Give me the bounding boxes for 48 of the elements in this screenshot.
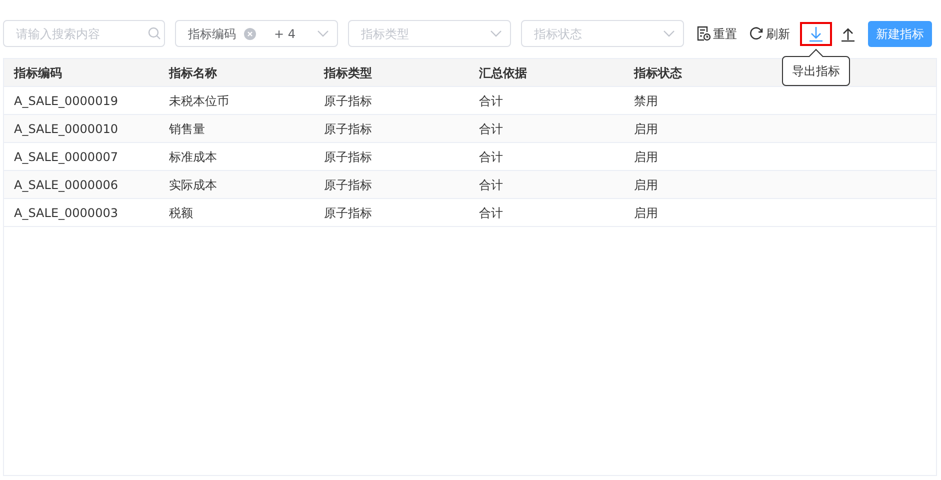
chevron-icon: [490, 30, 502, 38]
table-cell-text: 原子指标: [323, 120, 373, 138]
column-header[interactable]: 汇总依据: [469, 64, 624, 82]
table-cell-text: 合计: [478, 148, 504, 166]
table-cell-text: 原子指标: [323, 204, 373, 222]
table-cell-text: 启用: [633, 120, 659, 138]
table-cell-text: 合计: [478, 120, 504, 138]
table-cell-text: 实际成本: [168, 176, 218, 194]
upload-icon: [840, 26, 856, 42]
table-cell-text: 原子指标: [323, 92, 373, 110]
table-cell-text: A_SALE_0000003: [13, 204, 119, 222]
select-placeholder: 指标类型: [361, 26, 409, 42]
table-cell-text: 销售量: [168, 120, 206, 138]
refresh-button[interactable]: 刷新: [745, 22, 794, 46]
table-cell-text: A_SALE_0000010: [13, 120, 119, 138]
table-cell-text: 启用: [633, 204, 659, 222]
table-cell-text: A_SALE_0000019: [13, 92, 119, 110]
column-header[interactable]: 指标状态: [624, 64, 779, 82]
table-cell-text: 税额: [168, 204, 194, 222]
table-cell-text: A_SALE_0000007: [13, 148, 119, 166]
tag-label: 指标编码: [188, 26, 236, 42]
table-cell-text: 启用: [633, 148, 659, 166]
download-button[interactable]: [800, 22, 832, 46]
table-cell-text: 未税本位币: [168, 92, 230, 110]
chevron-icon: [317, 30, 329, 38]
reset-button[interactable]: 重置: [692, 22, 741, 46]
search-field[interactable]: 请输入搜索内容: [3, 20, 165, 47]
tooltip: 导出指标: [782, 56, 850, 86]
table-cell-text: 启用: [633, 176, 659, 194]
table-cell-text: A_SALE_0000006: [13, 176, 119, 194]
column-header[interactable]: 指标编码: [4, 64, 159, 82]
table-cell-text: 标准成本: [168, 148, 218, 166]
chevron-icon: [663, 30, 675, 38]
table-cell-text: 原子指标: [323, 148, 373, 166]
download-icon: [808, 26, 824, 42]
select-placeholder: 指标状态: [534, 26, 582, 42]
column-header[interactable]: 指标名称: [159, 64, 314, 82]
refresh-icon: [749, 26, 764, 41]
reset-icon: [696, 26, 711, 41]
search-icon: [148, 27, 161, 40]
table-cell-text: 合计: [478, 92, 504, 110]
table-cell-text: 合计: [478, 176, 504, 194]
filter-select[interactable]: 指标编码 + 4: [175, 20, 338, 47]
table-cell-text: 禁用: [633, 92, 659, 110]
more-count: + 4: [274, 26, 296, 42]
table-cell-text: 原子指标: [323, 176, 373, 194]
column-header[interactable]: 指标类型: [314, 64, 469, 82]
table-cell-text: 合计: [478, 204, 504, 222]
